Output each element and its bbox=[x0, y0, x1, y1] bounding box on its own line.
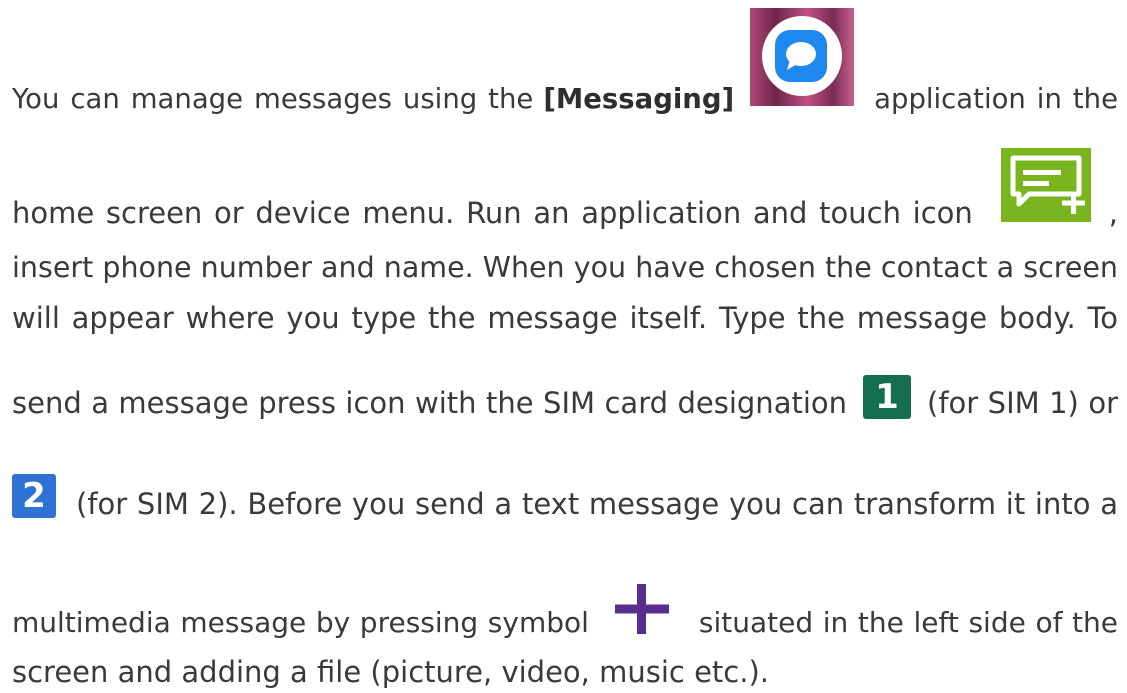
paragraph-line-7: multimedia message by pressing symbol si… bbox=[12, 578, 1118, 642]
paragraph-line-6: 2 (for SIM 2). Before you send a text me… bbox=[12, 468, 1118, 524]
messaging-app-icon bbox=[750, 8, 855, 106]
line-6-text: (for SIM 2). Before you send a text mess… bbox=[76, 487, 1118, 521]
new-message-icon bbox=[1000, 148, 1091, 222]
line-5-text-b: (for SIM 1) or bbox=[927, 386, 1118, 420]
paragraph-line-3: insert phone number and name. When you h… bbox=[12, 248, 1118, 288]
line-4-text: will appear where you type the message i… bbox=[12, 301, 1118, 335]
line-2-text-a: home screen or device menu. Run an appli… bbox=[12, 196, 973, 230]
line-1-text-c: application in the bbox=[874, 83, 1118, 115]
plus-icon bbox=[607, 578, 679, 642]
sim2-icon: 2 bbox=[12, 474, 56, 518]
paragraph-line-1: You can manage messages using the [Messa… bbox=[12, 8, 1118, 115]
chat-bubble-icon bbox=[786, 42, 817, 70]
sim1-icon: 1 bbox=[863, 375, 912, 419]
line-7-text-a: multimedia message by pressing symbol bbox=[12, 606, 589, 639]
line-3-text: insert phone number and name. When you h… bbox=[12, 251, 1118, 284]
line-1-text-a: You can manage messages using the bbox=[12, 83, 534, 115]
paragraph-line-4: will appear where you type the message i… bbox=[12, 298, 1118, 338]
compose-icon bbox=[1010, 155, 1085, 214]
line-8-text: screen and adding a file (picture, video… bbox=[12, 655, 769, 689]
messaging-icon-bubble bbox=[775, 30, 828, 82]
paragraph-line-2: home screen or device menu. Run an appli… bbox=[12, 146, 1118, 230]
attach-plus-icon bbox=[614, 584, 669, 634]
line-5-text-a: send a message press icon with the SIM c… bbox=[12, 386, 848, 420]
line-2-text-b: , bbox=[1108, 196, 1118, 230]
messaging-app-name: [Messaging] bbox=[543, 83, 735, 115]
line-7-text-b: situated in the left side of the bbox=[698, 606, 1118, 639]
paragraph-line-5: send a message press icon with the SIM c… bbox=[12, 372, 1118, 422]
paragraph-line-8: screen and adding a file (picture, video… bbox=[12, 652, 1118, 692]
